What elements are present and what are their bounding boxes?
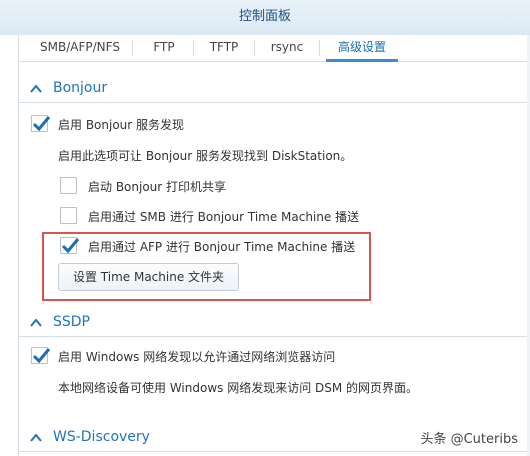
ssdp-description: 本地网络设备可使用 Windows 网络发现来访问 DSM 的网页界面。 <box>58 381 419 395</box>
tab-smb-afp-nfs[interactable]: SMB/AFP/NFS <box>37 35 123 62</box>
tab-separator <box>319 40 320 56</box>
label-bonjour-printer-share: 启动 Bonjour 打印机共享 <box>88 180 227 194</box>
watermark-text: 头条 @Cuteribs <box>420 432 518 447</box>
tab-bar: SMB/AFP/NFS FTP TFTP rsync 高级设置 <box>19 35 530 62</box>
tab-ftp[interactable]: FTP <box>144 35 184 62</box>
window-title: 控制面板 <box>0 0 530 35</box>
chevron-up-icon <box>30 433 42 442</box>
chevron-up-icon <box>30 84 42 93</box>
section-title-ssdp: SSDP <box>53 314 90 330</box>
section-header-ssdp[interactable]: SSDP <box>19 309 530 337</box>
tab-tftp[interactable]: TFTP <box>203 35 245 62</box>
label-enable-ssdp: 启用 Windows 网络发现以允许通过网络浏览器访问 <box>58 350 336 364</box>
check-icon <box>32 116 51 132</box>
checkbox-bonjour-printer-share[interactable] <box>60 177 77 194</box>
checkbox-smb-time-machine[interactable] <box>60 207 77 224</box>
checkbox-enable-bonjour[interactable] <box>31 115 51 132</box>
section-title-bonjour: Bonjour <box>53 80 108 96</box>
check-icon <box>32 348 51 364</box>
label-smb-time-machine: 启用通过 SMB 进行 Bonjour Time Machine 播送 <box>88 210 360 224</box>
bonjour-description: 启用此选项可让 Bonjour 服务发现找到 DiskStation。 <box>58 149 353 163</box>
checkbox-enable-ssdp[interactable] <box>31 347 51 364</box>
tab-separator <box>193 40 194 56</box>
tab-separator <box>132 40 133 56</box>
section-header-bonjour[interactable]: Bonjour <box>19 75 530 103</box>
label-enable-bonjour: 启用 Bonjour 服务发现 <box>58 118 185 132</box>
tab-separator <box>254 40 255 56</box>
tab-rsync[interactable]: rsync <box>264 35 310 62</box>
red-highlight-box <box>42 232 371 301</box>
chevron-up-icon <box>30 318 42 327</box>
tab-advanced-settings[interactable]: 高级设置 <box>326 35 398 62</box>
section-title-ws-discovery: WS-Discovery <box>53 429 150 445</box>
